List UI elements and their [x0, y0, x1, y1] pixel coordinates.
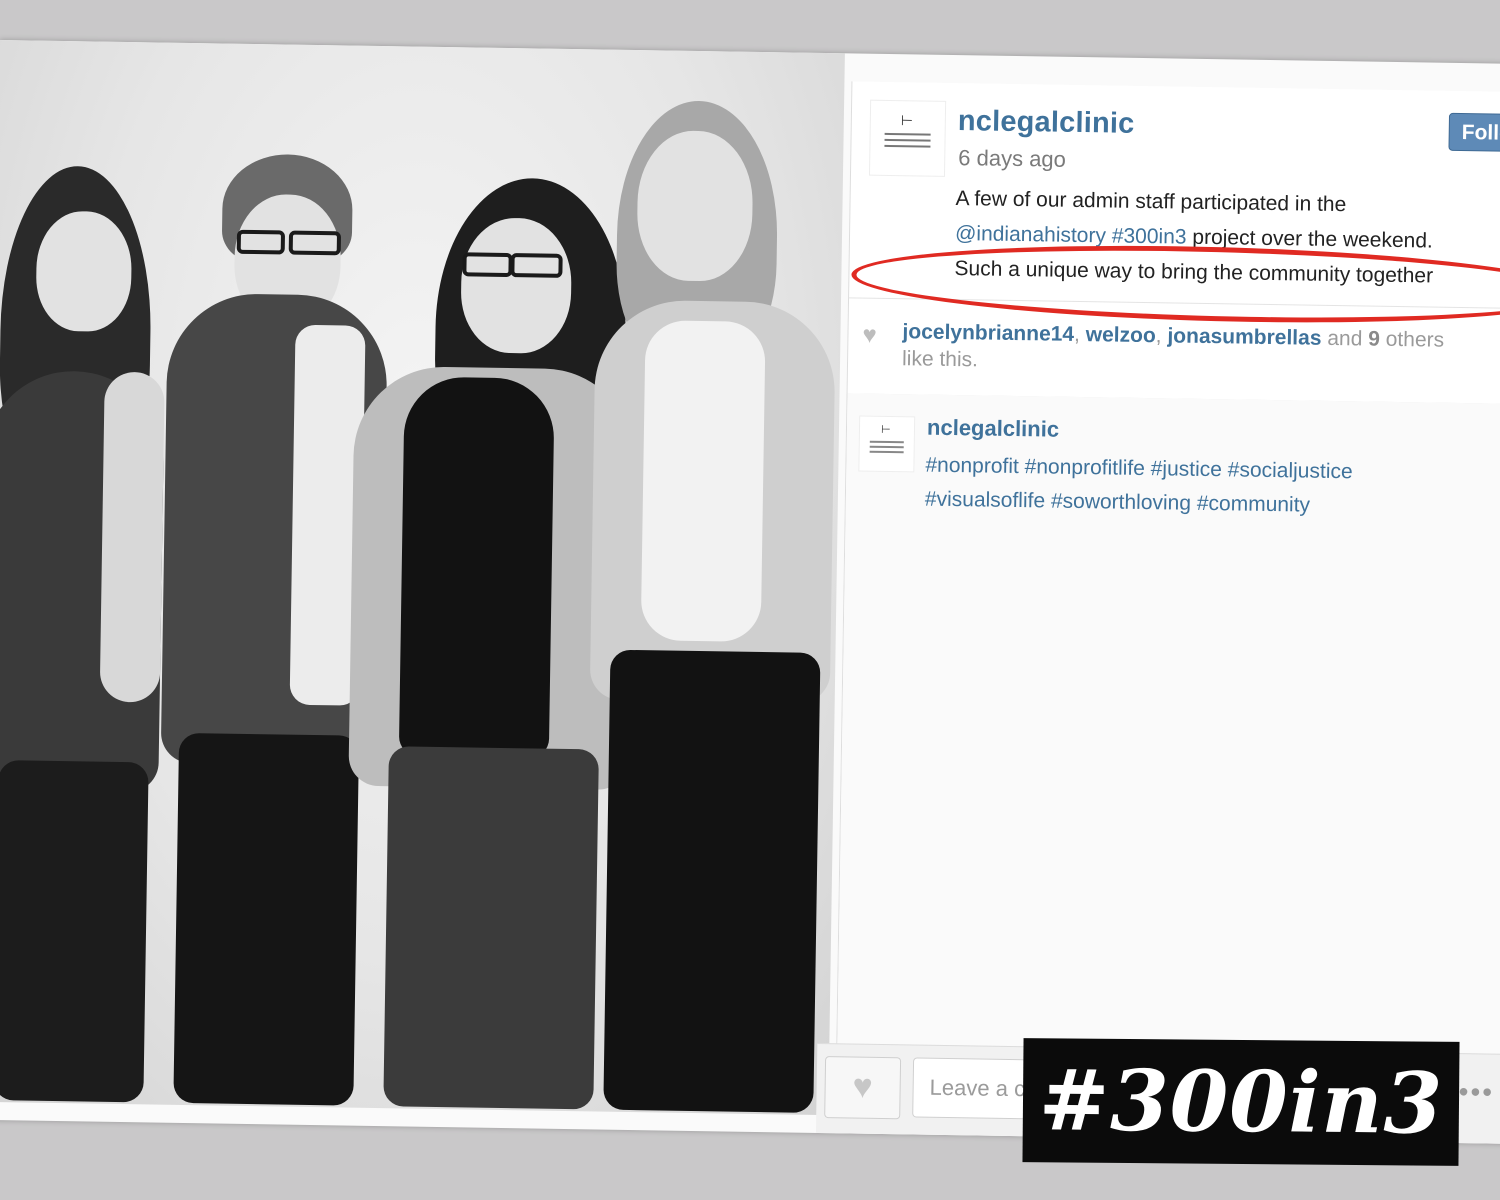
comment-hashtags: #nonprofit #nonprofitlife #justice #soci… — [925, 449, 1466, 525]
comment-avatar[interactable]: ⊢ — [858, 415, 916, 473]
likes-and: and — [1327, 326, 1363, 351]
like-button[interactable]: ♥ — [824, 1056, 902, 1120]
likes-section: ♥ jocelynbrianne14, welzoo, jonasumbrell… — [847, 297, 1500, 406]
hashtags-line-2[interactable]: #visualsoflife #soworthloving #community — [925, 483, 1465, 525]
liker-link[interactable]: jonasumbrellas — [1167, 324, 1321, 349]
likes-others[interactable]: others — [1386, 328, 1445, 352]
post-sidebar: ⊢ nclegalclinic 6 days ago Follow A few … — [815, 81, 1500, 1145]
post-timestamp[interactable]: 6 days ago — [958, 145, 1066, 173]
gavel-icon: ⊢ — [880, 423, 891, 437]
likes-count[interactable]: 9 — [1368, 328, 1380, 351]
liker-link[interactable]: jocelynbrianne14 — [902, 320, 1074, 346]
hashtag-overlay-label: #300in3 — [1022, 1038, 1460, 1166]
more-options-button[interactable]: ••• — [1458, 1076, 1494, 1109]
instagram-post-screenshot: ⊢ nclegalclinic 6 days ago Follow A few … — [0, 40, 1500, 1145]
post-photo — [0, 40, 845, 1116]
heart-icon: ♥ — [852, 1067, 874, 1106]
profile-avatar[interactable]: ⊢ — [868, 99, 947, 177]
gavel-icon: ⊢ — [900, 112, 914, 129]
follow-button[interactable]: Follow — [1448, 112, 1500, 153]
post-header: ⊢ nclegalclinic 6 days ago Follow A few … — [849, 81, 1500, 331]
mention-link[interactable]: @indianahistory — [955, 222, 1106, 247]
liker-link[interactable]: welzoo — [1086, 323, 1156, 347]
post-username[interactable]: nclegalclinic — [958, 105, 1135, 141]
likes-text: jocelynbrianne14, welzoo, jonasumbrellas… — [901, 320, 1445, 372]
comment-username[interactable]: nclegalclinic — [927, 415, 1059, 443]
heart-icon: ♥ — [862, 321, 877, 349]
likes-like-this: like this. — [901, 347, 979, 372]
comments-section: ⊢ nclegalclinic #nonprofit #nonprofitlif… — [837, 393, 1500, 1055]
